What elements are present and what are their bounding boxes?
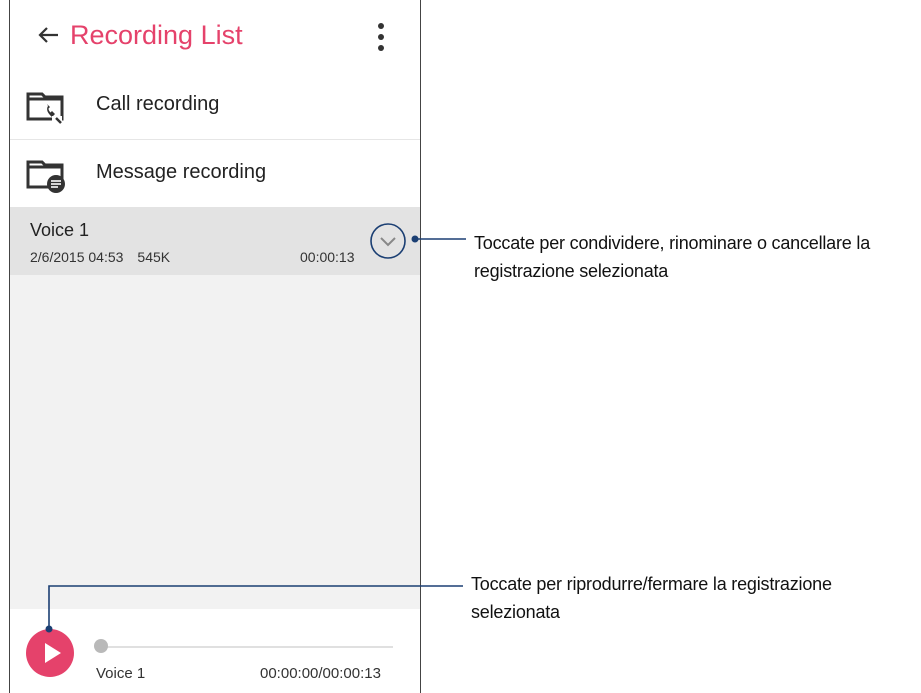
callout-play-text: Toccate per riprodurre/fermare la regist…	[471, 574, 832, 622]
callout-dot-play	[45, 625, 53, 633]
callout-line-play	[48, 585, 463, 629]
callout-expand-text: Toccate per condividere, rinominare o ca…	[474, 233, 871, 281]
callout-dot-expand	[411, 235, 419, 243]
